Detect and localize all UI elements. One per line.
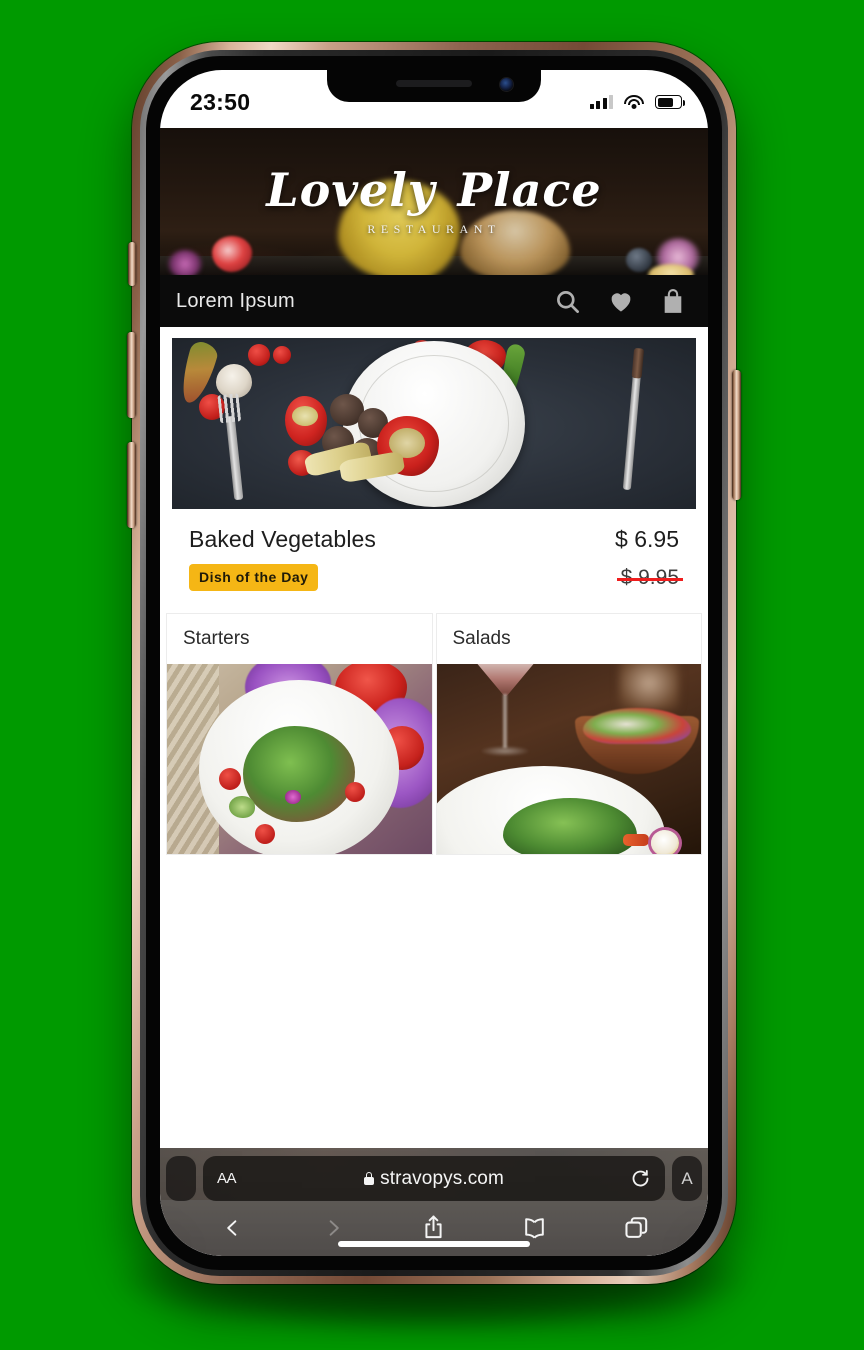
silent-switch-button[interactable] bbox=[128, 242, 136, 286]
safari-webview: Lovely Place RESTAURANT Lorem Ipsum Bake… bbox=[160, 128, 708, 1256]
logo-word-lovely: Lovely bbox=[266, 162, 436, 217]
featured-product-details: Baked Vegetables $ 6.95 Dish of the Day … bbox=[172, 509, 696, 591]
dish-of-the-day-badge: Dish of the Day bbox=[189, 564, 319, 591]
safari-tab-row: AA stravopys.com A bbox=[160, 1156, 708, 1201]
adjacent-tab-left[interactable] bbox=[166, 1156, 196, 1201]
search-icon[interactable] bbox=[554, 288, 581, 315]
site-navbar: Lorem Ipsum bbox=[160, 275, 708, 327]
address-bar[interactable]: AA stravopys.com bbox=[203, 1156, 665, 1201]
navbar-title: Lorem Ipsum bbox=[176, 289, 295, 312]
phone-screen: 23:50 Lovely Place RESTAURANT Lorem Ipsu… bbox=[160, 70, 708, 1256]
safari-bottom-chrome: AA stravopys.com A bbox=[160, 1148, 708, 1256]
featured-product-card[interactable]: Baked Vegetables $ 6.95 Dish of the Day … bbox=[166, 332, 702, 591]
category-label-starters: Starters bbox=[183, 628, 250, 649]
logo-wordmark: Lovely Place bbox=[266, 167, 601, 213]
back-button[interactable] bbox=[211, 1211, 253, 1245]
category-card-salads[interactable]: Salads bbox=[435, 613, 702, 855]
category-grid: Starters Salads bbox=[166, 613, 702, 855]
featured-product-image bbox=[172, 338, 696, 509]
reload-icon[interactable] bbox=[630, 1168, 651, 1189]
category-card-starters[interactable]: Starters bbox=[166, 613, 433, 855]
forward-button[interactable] bbox=[312, 1211, 354, 1245]
battery-icon bbox=[655, 95, 685, 109]
home-indicator bbox=[338, 1241, 530, 1247]
category-image-salads bbox=[436, 664, 701, 854]
adjacent-tab-right[interactable]: A bbox=[672, 1156, 702, 1201]
category-image-starters bbox=[167, 664, 432, 854]
address-bar-content: stravopys.com bbox=[203, 1168, 665, 1190]
volume-down-button[interactable] bbox=[127, 442, 136, 528]
phone-device-frame: 23:50 Lovely Place RESTAURANT Lorem Ipsu… bbox=[127, 42, 741, 1284]
category-label-salads: Salads bbox=[452, 628, 511, 649]
restaurant-logo: Lovely Place RESTAURANT bbox=[160, 128, 708, 275]
power-button[interactable] bbox=[732, 370, 741, 500]
tabs-button[interactable] bbox=[615, 1211, 657, 1245]
shopping-bag-icon[interactable] bbox=[661, 288, 685, 315]
front-camera-icon bbox=[500, 78, 513, 91]
share-button[interactable] bbox=[413, 1211, 455, 1245]
earpiece-speaker-icon bbox=[396, 80, 472, 87]
notch bbox=[327, 70, 541, 102]
logo-subtitle: RESTAURANT bbox=[367, 221, 501, 236]
logo-word-place: Place bbox=[457, 162, 602, 217]
heart-icon[interactable] bbox=[607, 287, 635, 315]
product-old-price: $ 9.95 bbox=[616, 565, 684, 589]
status-bar-indicators bbox=[589, 94, 685, 110]
lock-icon bbox=[364, 1172, 375, 1185]
cellular-signal-icon bbox=[589, 95, 613, 109]
adjacent-tab-right-label: A bbox=[681, 1168, 693, 1188]
bookmarks-button[interactable] bbox=[514, 1211, 556, 1245]
product-name: Baked Vegetables bbox=[189, 526, 377, 552]
restaurant-hero-banner: Lovely Place RESTAURANT bbox=[160, 128, 708, 275]
text-size-button[interactable]: AA bbox=[217, 1170, 237, 1187]
product-price: $ 6.95 bbox=[615, 526, 679, 552]
navbar-icons bbox=[554, 287, 685, 315]
volume-up-button[interactable] bbox=[127, 332, 136, 418]
url-text: stravopys.com bbox=[380, 1167, 504, 1189]
wifi-icon bbox=[624, 94, 644, 110]
status-bar-time: 23:50 bbox=[190, 88, 251, 115]
